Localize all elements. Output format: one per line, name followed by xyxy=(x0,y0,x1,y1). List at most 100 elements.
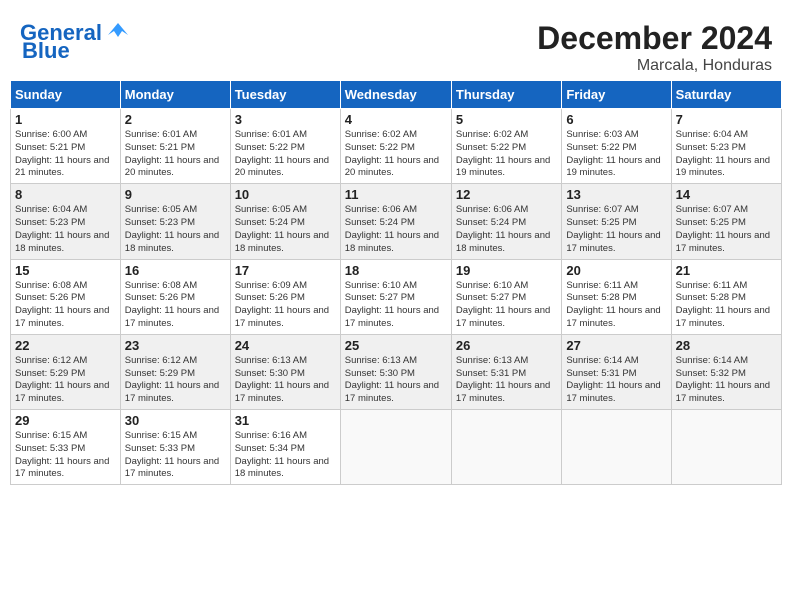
day-info: Sunrise: 6:10 AMSunset: 5:27 PMDaylight:… xyxy=(345,280,447,331)
day-number: 2 xyxy=(125,112,226,127)
weekday-header-tuesday: Tuesday xyxy=(230,81,340,109)
day-info: Sunrise: 6:16 AMSunset: 5:34 PMDaylight:… xyxy=(235,430,336,481)
calendar-table: SundayMondayTuesdayWednesdayThursdayFrid… xyxy=(10,80,782,485)
calendar-cell: 16 Sunrise: 6:08 AMSunset: 5:26 PMDayligh… xyxy=(120,259,230,334)
day-info: Sunrise: 6:07 AMSunset: 5:25 PMDaylight:… xyxy=(566,204,666,255)
calendar-cell: 9 Sunrise: 6:05 AMSunset: 5:23 PMDaylight… xyxy=(120,184,230,259)
day-info: Sunrise: 6:13 AMSunset: 5:31 PMDaylight:… xyxy=(456,355,557,406)
day-number: 10 xyxy=(235,187,336,202)
calendar-cell: 10Sunrise: 6:05 AMSunset: 5:24 PMDayligh… xyxy=(230,184,340,259)
day-number: 5 xyxy=(456,112,557,127)
day-info: Sunrise: 6:15 AMSunset: 5:33 PMDaylight:… xyxy=(125,430,226,481)
calendar-cell: 18Sunrise: 6:10 AMSunset: 5:27 PMDayligh… xyxy=(340,259,451,334)
day-info: Sunrise: 6:03 AMSunset: 5:22 PMDaylight:… xyxy=(566,129,666,180)
weekday-header-monday: Monday xyxy=(120,81,230,109)
calendar-cell: 22 Sunrise: 6:12 AMSunset: 5:29 PMDayligh… xyxy=(11,334,121,409)
calendar-cell: 24 Sunrise: 6:13 AMSunset: 5:30 PMDayligh… xyxy=(230,334,340,409)
day-number: 21 xyxy=(676,263,777,278)
day-number: 25 xyxy=(345,338,447,353)
calendar-cell: 2 Sunrise: 6:01 AMSunset: 5:21 PMDaylight… xyxy=(120,109,230,184)
day-number: 22 xyxy=(15,338,116,353)
day-number: 20 xyxy=(566,263,666,278)
day-number: 28 xyxy=(676,338,777,353)
day-info: Sunrise: 6:06 AMSunset: 5:24 PMDaylight:… xyxy=(345,204,447,255)
weekday-header-sunday: Sunday xyxy=(11,81,121,109)
day-number: 31 xyxy=(235,413,336,428)
day-info: Sunrise: 6:01 AMSunset: 5:21 PMDaylight:… xyxy=(125,129,226,180)
calendar-week-2: 8 Sunrise: 6:04 AMSunset: 5:23 PMDaylight… xyxy=(11,184,782,259)
page-header: General Blue December 2024 Marcala, Hond… xyxy=(10,10,782,80)
calendar-cell xyxy=(562,410,671,485)
weekday-header-friday: Friday xyxy=(562,81,671,109)
calendar-cell: 4Sunrise: 6:02 AMSunset: 5:22 PMDaylight… xyxy=(340,109,451,184)
calendar-week-5: 29 Sunrise: 6:15 AMSunset: 5:33 PMDayligh… xyxy=(11,410,782,485)
logo: General Blue xyxy=(20,20,132,64)
calendar-cell: 27 Sunrise: 6:14 AMSunset: 5:31 PMDayligh… xyxy=(562,334,671,409)
calendar-cell: 6Sunrise: 6:03 AMSunset: 5:22 PMDaylight… xyxy=(562,109,671,184)
day-number: 29 xyxy=(15,413,116,428)
calendar-cell: 21 Sunrise: 6:11 AMSunset: 5:28 PMDayligh… xyxy=(671,259,781,334)
day-number: 3 xyxy=(235,112,336,127)
calendar-cell: 26 Sunrise: 6:13 AMSunset: 5:31 PMDayligh… xyxy=(451,334,561,409)
day-info: Sunrise: 6:12 AMSunset: 5:29 PMDaylight:… xyxy=(15,355,116,406)
day-number: 13 xyxy=(566,187,666,202)
day-info: Sunrise: 6:13 AMSunset: 5:30 PMDaylight:… xyxy=(235,355,336,406)
calendar-cell: 30Sunrise: 6:15 AMSunset: 5:33 PMDayligh… xyxy=(120,410,230,485)
logo-blue: Blue xyxy=(20,38,70,64)
calendar-week-4: 22 Sunrise: 6:12 AMSunset: 5:29 PMDayligh… xyxy=(11,334,782,409)
calendar-cell: 1Sunrise: 6:00 AMSunset: 5:21 PMDaylight… xyxy=(11,109,121,184)
day-info: Sunrise: 6:04 AMSunset: 5:23 PMDaylight:… xyxy=(15,204,116,255)
day-info: Sunrise: 6:13 AMSunset: 5:30 PMDaylight:… xyxy=(345,355,447,406)
calendar-cell xyxy=(671,410,781,485)
day-number: 1 xyxy=(15,112,116,127)
day-info: Sunrise: 6:08 AMSunset: 5:26 PMDaylight:… xyxy=(15,280,116,331)
day-number: 23 xyxy=(125,338,226,353)
calendar-cell: 13 Sunrise: 6:07 AMSunset: 5:25 PMDayligh… xyxy=(562,184,671,259)
day-number: 14 xyxy=(676,187,777,202)
day-info: Sunrise: 6:08 AMSunset: 5:26 PMDaylight:… xyxy=(125,280,226,331)
day-number: 11 xyxy=(345,187,447,202)
day-number: 8 xyxy=(15,187,116,202)
calendar-cell: 14 Sunrise: 6:07 AMSunset: 5:25 PMDayligh… xyxy=(671,184,781,259)
calendar-cell: 23 Sunrise: 6:12 AMSunset: 5:29 PMDayligh… xyxy=(120,334,230,409)
day-number: 15 xyxy=(15,263,116,278)
page-subtitle: Marcala, Honduras xyxy=(537,57,772,75)
calendar-cell: 8 Sunrise: 6:04 AMSunset: 5:23 PMDaylight… xyxy=(11,184,121,259)
calendar-cell: 15 Sunrise: 6:08 AMSunset: 5:26 PMDayligh… xyxy=(11,259,121,334)
day-info: Sunrise: 6:11 AMSunset: 5:28 PMDaylight:… xyxy=(566,280,666,331)
calendar-cell: 25 Sunrise: 6:13 AMSunset: 5:30 PMDayligh… xyxy=(340,334,451,409)
calendar-cell: 29 Sunrise: 6:15 AMSunset: 5:33 PMDayligh… xyxy=(11,410,121,485)
day-number: 27 xyxy=(566,338,666,353)
calendar-cell: 7Sunrise: 6:04 AMSunset: 5:23 PMDaylight… xyxy=(671,109,781,184)
weekday-header-saturday: Saturday xyxy=(671,81,781,109)
calendar-cell: 5Sunrise: 6:02 AMSunset: 5:22 PMDaylight… xyxy=(451,109,561,184)
day-number: 16 xyxy=(125,263,226,278)
day-info: Sunrise: 6:14 AMSunset: 5:32 PMDaylight:… xyxy=(676,355,777,406)
weekday-header-thursday: Thursday xyxy=(451,81,561,109)
day-info: Sunrise: 6:14 AMSunset: 5:31 PMDaylight:… xyxy=(566,355,666,406)
day-info: Sunrise: 6:07 AMSunset: 5:25 PMDaylight:… xyxy=(676,204,777,255)
day-number: 7 xyxy=(676,112,777,127)
day-info: Sunrise: 6:10 AMSunset: 5:27 PMDaylight:… xyxy=(456,280,557,331)
day-info: Sunrise: 6:12 AMSunset: 5:29 PMDaylight:… xyxy=(125,355,226,406)
day-number: 26 xyxy=(456,338,557,353)
day-number: 12 xyxy=(456,187,557,202)
day-info: Sunrise: 6:01 AMSunset: 5:22 PMDaylight:… xyxy=(235,129,336,180)
calendar-cell: 28 Sunrise: 6:14 AMSunset: 5:32 PMDayligh… xyxy=(671,334,781,409)
day-number: 24 xyxy=(235,338,336,353)
calendar-cell xyxy=(340,410,451,485)
day-info: Sunrise: 6:05 AMSunset: 5:23 PMDaylight:… xyxy=(125,204,226,255)
calendar-cell: 20 Sunrise: 6:11 AMSunset: 5:28 PMDayligh… xyxy=(562,259,671,334)
title-block: December 2024 Marcala, Honduras xyxy=(537,20,772,75)
calendar-cell: 19Sunrise: 6:10 AMSunset: 5:27 PMDayligh… xyxy=(451,259,561,334)
day-info: Sunrise: 6:11 AMSunset: 5:28 PMDaylight:… xyxy=(676,280,777,331)
calendar-cell: 12 Sunrise: 6:06 AMSunset: 5:24 PMDayligh… xyxy=(451,184,561,259)
day-number: 9 xyxy=(125,187,226,202)
day-info: Sunrise: 6:15 AMSunset: 5:33 PMDaylight:… xyxy=(15,430,116,481)
calendar-cell: 11 Sunrise: 6:06 AMSunset: 5:24 PMDayligh… xyxy=(340,184,451,259)
day-info: Sunrise: 6:06 AMSunset: 5:24 PMDaylight:… xyxy=(456,204,557,255)
weekday-header-wednesday: Wednesday xyxy=(340,81,451,109)
calendar-header-row: SundayMondayTuesdayWednesdayThursdayFrid… xyxy=(11,81,782,109)
calendar-cell: 17Sunrise: 6:09 AMSunset: 5:26 PMDayligh… xyxy=(230,259,340,334)
calendar-week-1: 1Sunrise: 6:00 AMSunset: 5:21 PMDaylight… xyxy=(11,109,782,184)
